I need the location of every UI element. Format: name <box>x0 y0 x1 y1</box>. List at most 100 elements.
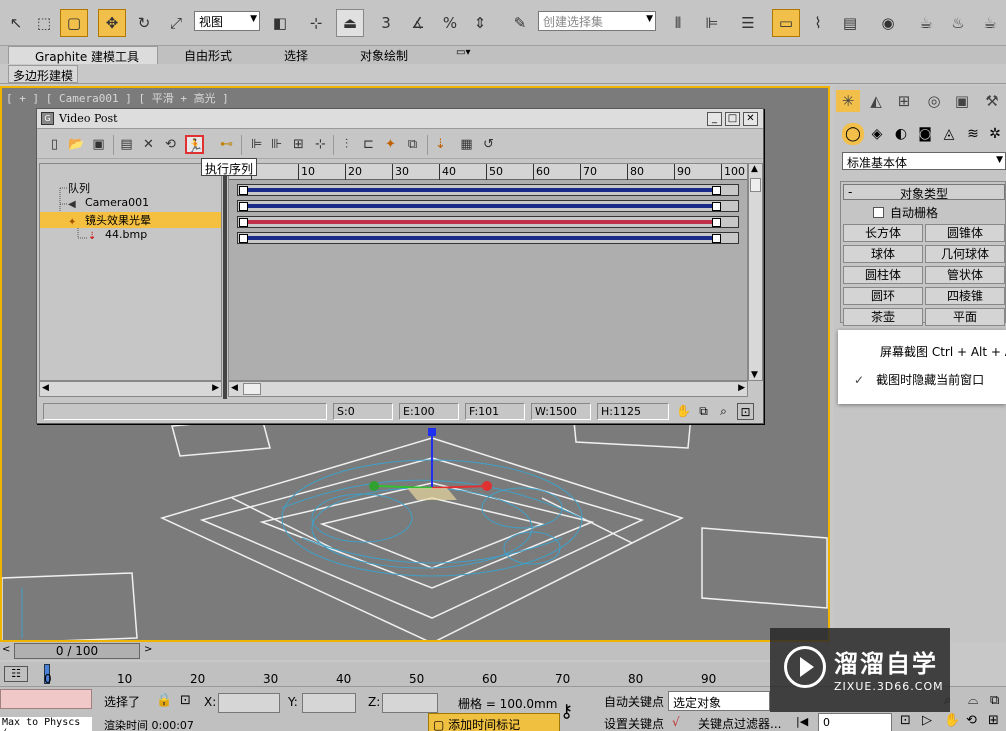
auto-key-button[interactable]: 自动关键点 <box>600 691 666 711</box>
new-sequence-icon[interactable]: ▯ <box>45 135 64 154</box>
torus-button[interactable]: 圆环 <box>843 287 923 305</box>
pan-view-icon[interactable]: ✋ <box>944 713 960 728</box>
edit-range-bar-icon[interactable]: ⊷ <box>217 135 236 154</box>
spacewarps-icon[interactable]: ≋ <box>962 123 984 145</box>
orbit-icon[interactable]: ⟲ <box>966 713 977 728</box>
curve-editor-icon[interactable]: ⌇ <box>804 9 832 37</box>
tree-item-camera[interactable]: ◀ Camera001 <box>68 196 149 212</box>
tab-polygon-modeling[interactable]: 多边形建模 <box>8 65 79 83</box>
lock-icon[interactable]: 🔒 <box>156 693 172 708</box>
time-config-icon[interactable]: ⊡ <box>900 713 911 728</box>
key-icon[interactable]: ⚷ <box>560 701 573 722</box>
geometry-icon[interactable]: ◯ <box>842 123 864 145</box>
minimize-button[interactable]: _ <box>707 112 722 126</box>
tree-item-lens-effects-glow[interactable]: ✦ 镜头效果光晕 <box>40 212 221 228</box>
select-scale-icon[interactable]: ⤢ <box>162 9 190 37</box>
zoom-extents-icon[interactable]: ⧉ <box>695 403 712 420</box>
zoom-region-icon[interactable]: ⊡ <box>737 403 754 420</box>
tube-button[interactable]: 管状体 <box>925 266 1005 284</box>
maxscript-listener[interactable] <box>0 689 92 709</box>
snaps-toggle-icon[interactable]: 3 <box>372 9 400 37</box>
tracks-vscrollbar[interactable]: ▲ ▼ <box>748 163 763 381</box>
spinner-snap-icon[interactable]: ⇕ <box>466 9 494 37</box>
range-bar[interactable] <box>242 220 718 224</box>
display-tab-icon[interactable]: ▣ <box>950 90 974 112</box>
helpers-icon[interactable]: ◬ <box>938 123 960 145</box>
add-image-output-icon[interactable]: ⇣ <box>431 135 450 154</box>
key-mode-icon[interactable]: √ <box>672 715 680 729</box>
scroll-down-icon[interactable]: ▼ <box>751 370 758 380</box>
edit-current-event-icon[interactable]: ▤ <box>117 135 136 154</box>
render-setup-icon[interactable]: ☕ <box>912 9 940 37</box>
add-image-layer-icon[interactable]: ⧉ <box>403 135 422 154</box>
sphere-button[interactable]: 球体 <box>843 245 923 263</box>
zoom-time-icon[interactable]: ⌕ <box>715 403 732 420</box>
tab-selection[interactable]: 选择 <box>284 46 308 64</box>
scroll-right-icon[interactable]: ▶ <box>212 383 219 393</box>
category-dropdown[interactable]: 标准基本体 ▼ <box>842 152 1006 170</box>
play-icon[interactable]: ▷ <box>922 713 932 728</box>
range-start-handle[interactable] <box>239 218 248 227</box>
rect-selection-icon[interactable]: ⬚ <box>30 9 58 37</box>
pan-icon[interactable]: ✋ <box>675 403 692 420</box>
tree-item-image-input[interactable]: ⇣ 44.bmp <box>88 228 147 244</box>
geosphere-button[interactable]: 几何球体 <box>925 245 1005 263</box>
pane-splitter[interactable] <box>223 161 227 399</box>
tab-object-paint[interactable]: 对象绘制 <box>360 46 408 64</box>
select-move-icon[interactable]: ✥ <box>98 9 126 37</box>
angle-snap-icon[interactable]: ∡ <box>404 9 432 37</box>
box-button[interactable]: 长方体 <box>843 224 923 242</box>
material-editor-icon[interactable]: ◉ <box>874 9 902 37</box>
current-frame-field[interactable]: 0 <box>818 713 892 731</box>
mirror-icon[interactable]: ⫴ <box>664 9 692 37</box>
event-track[interactable] <box>237 216 739 228</box>
scroll-thumb[interactable] <box>750 178 761 192</box>
range-start-handle[interactable] <box>239 234 248 243</box>
selected-object-field[interactable]: 选定对象 <box>668 691 770 711</box>
cameras-icon[interactable]: ◙ <box>914 123 936 145</box>
tracks-hscrollbar[interactable]: ◀ ▶ <box>228 381 748 397</box>
z-field[interactable] <box>382 693 438 713</box>
event-track[interactable] <box>237 184 739 196</box>
object-type-header[interactable]: - 对象类型 <box>843 184 1005 201</box>
layer-manager-icon[interactable]: ☰ <box>734 9 762 37</box>
ref-coord-dropdown[interactable]: 视图 ▼ <box>194 11 260 31</box>
modify-tab-icon[interactable]: ◭ <box>864 90 888 112</box>
align-icon[interactable]: ⊫ <box>698 9 726 37</box>
hierarchy-tab-icon[interactable]: ⊞ <box>892 90 916 112</box>
select-object-icon[interactable]: ↖ <box>2 9 30 37</box>
add-image-filter-icon[interactable]: ✦ <box>381 135 400 154</box>
plane-button[interactable]: 平面 <box>925 308 1005 326</box>
select-rotate-icon[interactable]: ↻ <box>130 9 158 37</box>
add-external-event-icon[interactable]: ▦ <box>457 135 476 154</box>
range-bar[interactable] <box>242 236 718 240</box>
render-production-icon[interactable]: ☕ <box>976 9 1004 37</box>
motion-tab-icon[interactable]: ◎ <box>922 90 946 112</box>
x-field[interactable] <box>218 693 280 713</box>
systems-icon[interactable]: ✲ <box>984 123 1006 145</box>
close-button[interactable]: ✕ <box>743 112 758 126</box>
event-track[interactable] <box>237 200 739 212</box>
track-bar[interactable]: ☷ 0 10 20 30 40 50 60 70 80 90 <box>0 662 770 686</box>
window-crossing-icon[interactable]: ▢ <box>60 9 88 37</box>
slider-prev-icon[interactable]: < <box>2 644 10 655</box>
percent-snap-icon[interactable]: % <box>436 9 464 37</box>
save-sequence-icon[interactable]: ▣ <box>89 135 108 154</box>
mini-curve-editor-icon[interactable]: ☷ <box>4 666 28 682</box>
pyramid-button[interactable]: 四棱锥 <box>925 287 1005 305</box>
align-left-icon[interactable]: ⊫ <box>247 135 266 154</box>
keyboard-shortcut-icon[interactable]: ⏏ <box>336 9 364 37</box>
make-same-size-icon[interactable]: ⊞ <box>289 135 308 154</box>
execute-sequence-icon[interactable]: 🏃 <box>185 135 204 154</box>
range-start-handle[interactable] <box>239 202 248 211</box>
set-key-button[interactable]: 设置关键点 <box>600 713 666 731</box>
menu-item-screenshot[interactable]: 屏幕截图 Ctrl + Alt + A <box>838 340 1006 364</box>
swap-events-icon[interactable]: ⟲ <box>161 135 180 154</box>
range-end-handle[interactable] <box>712 186 721 195</box>
named-selection-dropdown[interactable]: 创建选择集 ▼ <box>538 11 656 31</box>
utilities-tab-icon[interactable]: ⚒ <box>980 90 1004 112</box>
range-bar[interactable] <box>242 204 718 208</box>
select-manipulate-icon[interactable]: ⊹ <box>302 9 330 37</box>
tab-graphite[interactable]: Graphite 建模工具 <box>8 46 158 64</box>
field-of-view-icon[interactable]: ⌓ <box>968 693 978 708</box>
